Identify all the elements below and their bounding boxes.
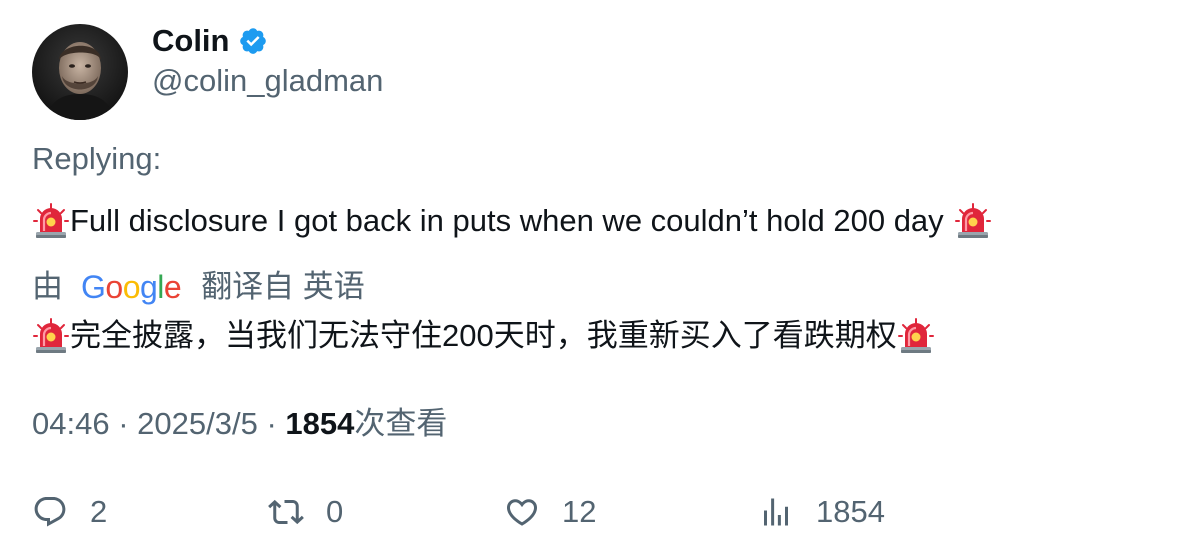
analytics-icon <box>758 494 794 530</box>
reply-count: 2 <box>90 494 108 529</box>
views-button[interactable]: 1854 <box>758 490 885 534</box>
verified-badge-icon <box>238 26 268 56</box>
meta-separator: · <box>266 406 286 441</box>
retweet-count: 0 <box>326 494 344 529</box>
google-logo-icon: Google <box>81 269 182 305</box>
reply-button[interactable]: 2 <box>32 490 107 534</box>
police-car-light-icon <box>954 202 992 240</box>
retweet-icon <box>268 494 304 530</box>
tweet-text-body: Full disclosure I got back in puts when … <box>70 203 944 238</box>
display-name-text[interactable]: Colin <box>152 22 230 60</box>
replying-label: Replying: <box>32 141 162 176</box>
user-handle[interactable]: @colin_gladman <box>152 62 383 100</box>
views-count: 1854 <box>285 406 355 441</box>
police-car-light-icon <box>897 317 935 355</box>
police-car-light-icon <box>32 202 70 240</box>
views-label: 次查看 <box>354 406 448 441</box>
heart-icon <box>504 494 540 530</box>
meta-separator: · <box>118 406 138 441</box>
translation-suffix: 翻译自 英语 <box>201 269 365 304</box>
tweet-date[interactable]: 2025/3/5 <box>137 406 258 441</box>
translated-text: 完全披露，当我们无法守住200天时，我重新买入了看跌期权 <box>32 315 935 357</box>
tweet-text: Full disclosure I got back in puts when … <box>32 200 992 242</box>
translated-text-body: 完全披露，当我们无法守住200天时，我重新买入了看跌期权 <box>70 318 897 353</box>
retweet-button[interactable]: 0 <box>268 490 343 534</box>
translation-attribution[interactable]: 由 Google 翻译自 英语 <box>32 267 365 307</box>
tweet-time[interactable]: 04:46 <box>32 406 110 441</box>
police-car-light-icon <box>32 317 70 355</box>
action-bar: 2 0 12 1854 <box>32 490 1172 534</box>
like-count: 12 <box>562 494 597 529</box>
display-name[interactable]: Colin <box>152 22 268 60</box>
reply-icon <box>32 494 68 530</box>
views-count-action: 1854 <box>816 494 885 529</box>
tweet-meta: 04:46 · 2025/3/5 · 1854次查看 <box>32 404 447 444</box>
like-button[interactable]: 12 <box>504 490 596 534</box>
translation-prefix: 由 <box>32 269 63 304</box>
avatar-image <box>32 24 128 120</box>
avatar[interactable] <box>32 24 128 120</box>
